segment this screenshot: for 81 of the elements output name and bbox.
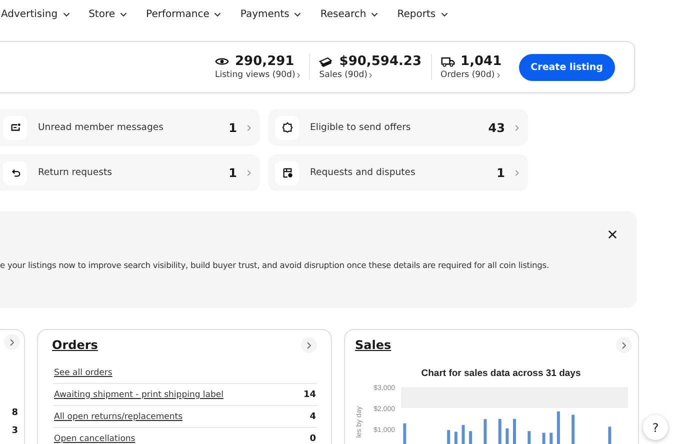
order-status-link[interactable]: Open cancellations [54, 434, 136, 444]
caret-icon [440, 12, 448, 16]
nav-menu-item[interactable]: Research [320, 8, 378, 20]
task-tile[interactable]: Unread member messages 1 [0, 109, 260, 146]
chart-bar [550, 432, 553, 444]
stat-link[interactable]: Listing views (90d) [215, 70, 296, 80]
task-label: Return requests [38, 167, 113, 178]
order-count: 0 [310, 434, 316, 444]
task-tile[interactable]: Eligible to send offers 43 [268, 109, 528, 146]
help-button[interactable]: ? [643, 415, 668, 440]
nav-menu-item[interactable]: Advertising [1, 8, 70, 20]
chart-bar [513, 418, 516, 444]
chart-bar [469, 431, 472, 444]
nav-menu-item[interactable]: Reports [397, 8, 448, 20]
undo-icon [10, 167, 20, 178]
chart-bar [484, 419, 487, 444]
see-all-link[interactable]: See all orders [54, 368, 112, 378]
caret-icon [214, 12, 222, 16]
caret-icon [371, 12, 378, 16]
chart-bar [403, 423, 406, 444]
card-title[interactable]: Orders [52, 338, 98, 352]
caret-icon [120, 12, 128, 16]
chevron-button[interactable] [616, 337, 632, 353]
caret-icon [62, 12, 70, 16]
calendar-alert-icon [282, 167, 292, 178]
count-value: 3 [12, 426, 18, 436]
chevron-icon [515, 170, 519, 176]
nav-menu-item[interactable]: Payments [240, 8, 302, 20]
count-value: 8 [12, 408, 18, 418]
stat-value: $90,594.23 [339, 54, 422, 69]
chart-bar [506, 428, 509, 444]
chevron-button[interactable] [301, 337, 317, 353]
chevron-button[interactable] [4, 334, 20, 350]
badge-icon [282, 122, 292, 133]
chart-bar [542, 432, 546, 444]
create-listing-button[interactable]: Create listing [518, 54, 615, 80]
eye-icon [215, 56, 230, 67]
truck-icon [440, 56, 455, 67]
order-status-link[interactable]: Awaiting shipment - print shipping label [54, 390, 224, 400]
chevron-icon [496, 72, 500, 78]
chart-bar [447, 430, 450, 444]
notice-text: e your listings now to improve search visibility, build buyer trust, and avoid disruption once these details are required for all coin listings. [0, 260, 549, 270]
close-icon[interactable] [608, 230, 617, 239]
task-label: Eligible to send offers [310, 122, 412, 133]
chart-title: Chart for sales data across 31 days [421, 368, 581, 379]
order-count: 4 [310, 412, 316, 422]
nav-menu-item[interactable]: Store [88, 8, 128, 20]
chart-bar [498, 418, 502, 444]
chart-bar [608, 426, 612, 444]
stat-value: 1,041 [460, 54, 502, 69]
card-title[interactable]: Sales [355, 338, 392, 352]
chevron-icon [307, 342, 311, 348]
message-icon [10, 122, 20, 133]
task-tile[interactable]: Return requests 1 [0, 154, 260, 191]
chart-bar [556, 411, 560, 444]
task-count: 1 [228, 166, 237, 180]
stat-value: 290,291 [235, 54, 294, 69]
chevron-icon [247, 124, 251, 130]
order-status-link[interactable]: All open returns/replacements [54, 412, 183, 422]
caret-icon [294, 12, 302, 16]
nav-menu-item[interactable]: Performance [146, 8, 222, 20]
chevron-icon [515, 124, 519, 130]
task-count: 43 [488, 120, 505, 134]
task-count: 1 [228, 120, 237, 134]
chart-bar [454, 432, 458, 444]
chevron-icon [297, 72, 300, 78]
banknotes-icon [319, 56, 334, 67]
chevron-icon [369, 72, 372, 78]
task-label: Unread member messages [38, 122, 164, 133]
chart-bar [572, 414, 575, 444]
chart-bar [528, 431, 531, 444]
stat-link[interactable]: Orders (90d) [440, 70, 495, 80]
task-label: Requests and disputes [310, 167, 416, 178]
chevron-icon [622, 342, 626, 348]
chevron-icon [247, 170, 251, 176]
task-tile[interactable]: Requests and disputes 1 [268, 154, 528, 191]
stat-link[interactable]: Sales (90d) [319, 70, 368, 80]
chevron-icon [10, 338, 14, 346]
task-count: 1 [496, 166, 505, 180]
order-count: 14 [303, 390, 316, 400]
chart-bar [462, 425, 465, 444]
